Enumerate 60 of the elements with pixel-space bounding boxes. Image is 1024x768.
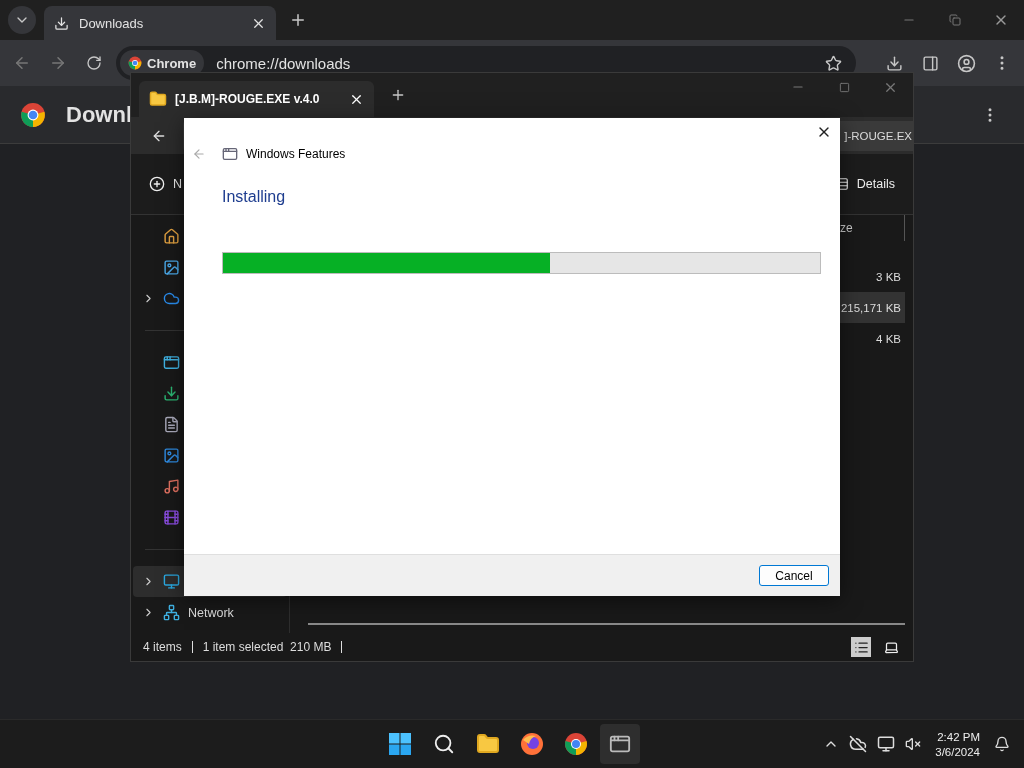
download-icon <box>54 15 69 31</box>
firefox-icon[interactable] <box>520 732 544 757</box>
document-icon <box>163 416 180 433</box>
cancel-button[interactable]: Cancel <box>759 565 829 586</box>
music-icon <box>163 478 180 495</box>
monitor-icon[interactable] <box>877 735 896 754</box>
size-cell-text: 4 KB <box>875 331 902 347</box>
tab-title: [J.B.M]-ROUGE.EXE v.4.0 <box>175 92 321 106</box>
star-icon[interactable] <box>825 54 842 72</box>
home-icon <box>163 228 180 245</box>
window-icon <box>222 146 238 162</box>
restore-icon[interactable] <box>949 14 961 26</box>
search-icon[interactable] <box>433 733 455 756</box>
page-title: Downl <box>66 101 132 128</box>
clock[interactable]: 2:42 PM 3/6/2024 <box>935 730 980 758</box>
dialog-heading: Installing <box>222 188 287 206</box>
side-panel-icon[interactable] <box>921 54 939 72</box>
cloud-off-icon[interactable] <box>849 735 868 754</box>
size-cell: 215,171 KB <box>838 292 905 323</box>
new-button[interactable]: N <box>149 176 183 192</box>
chrome-logo-icon <box>20 101 46 128</box>
url-text: chrome://downloads <box>216 54 352 72</box>
download-icon[interactable] <box>885 54 903 72</box>
size-cell-text: 3 KB <box>875 269 902 285</box>
picture-icon <box>163 447 180 464</box>
explorer-tab[interactable]: [J.B.M]-ROUGE.EXE v.4.0 <box>139 81 374 117</box>
plus-circle-icon <box>149 176 165 192</box>
time: 2:42 PM <box>937 730 980 743</box>
folder-icon <box>149 90 167 108</box>
picture-icon <box>163 259 180 276</box>
nav-label: Network <box>188 605 234 620</box>
chrome-icon[interactable] <box>564 732 588 757</box>
dialog-title: Windows Features <box>246 147 346 161</box>
cloud-icon <box>163 290 180 307</box>
taskbar-app-button[interactable] <box>600 724 640 765</box>
film-icon <box>163 509 180 526</box>
windows-logo-icon[interactable] <box>388 732 412 757</box>
plus-icon[interactable] <box>390 87 406 103</box>
preview-icon[interactable] <box>883 639 899 655</box>
forward-arrow-icon[interactable] <box>49 54 67 72</box>
nav-item[interactable]: Network <box>133 597 287 628</box>
details-view-button[interactable] <box>851 637 871 657</box>
network-icon <box>163 604 180 621</box>
maximize-icon[interactable] <box>838 81 850 93</box>
bell-icon[interactable] <box>994 736 1010 753</box>
chrome-icon <box>128 56 142 70</box>
mute-icon[interactable] <box>905 736 922 753</box>
selection-info: 1 item selected 210 MB <box>202 640 332 654</box>
tab-title: Downloads <box>79 15 145 31</box>
monitor-icon <box>163 573 180 590</box>
list-icon <box>853 639 869 655</box>
reload-icon[interactable] <box>86 55 102 71</box>
item-count: 4 items <box>143 640 182 654</box>
date: 3/6/2024 <box>935 745 980 758</box>
tab-list-button[interactable] <box>8 6 36 34</box>
plus-icon[interactable] <box>289 11 307 29</box>
download-icon <box>163 385 180 402</box>
profile-icon[interactable] <box>956 53 976 73</box>
desktop-icon <box>163 354 180 371</box>
browser-tab[interactable]: Downloads <box>44 6 276 40</box>
